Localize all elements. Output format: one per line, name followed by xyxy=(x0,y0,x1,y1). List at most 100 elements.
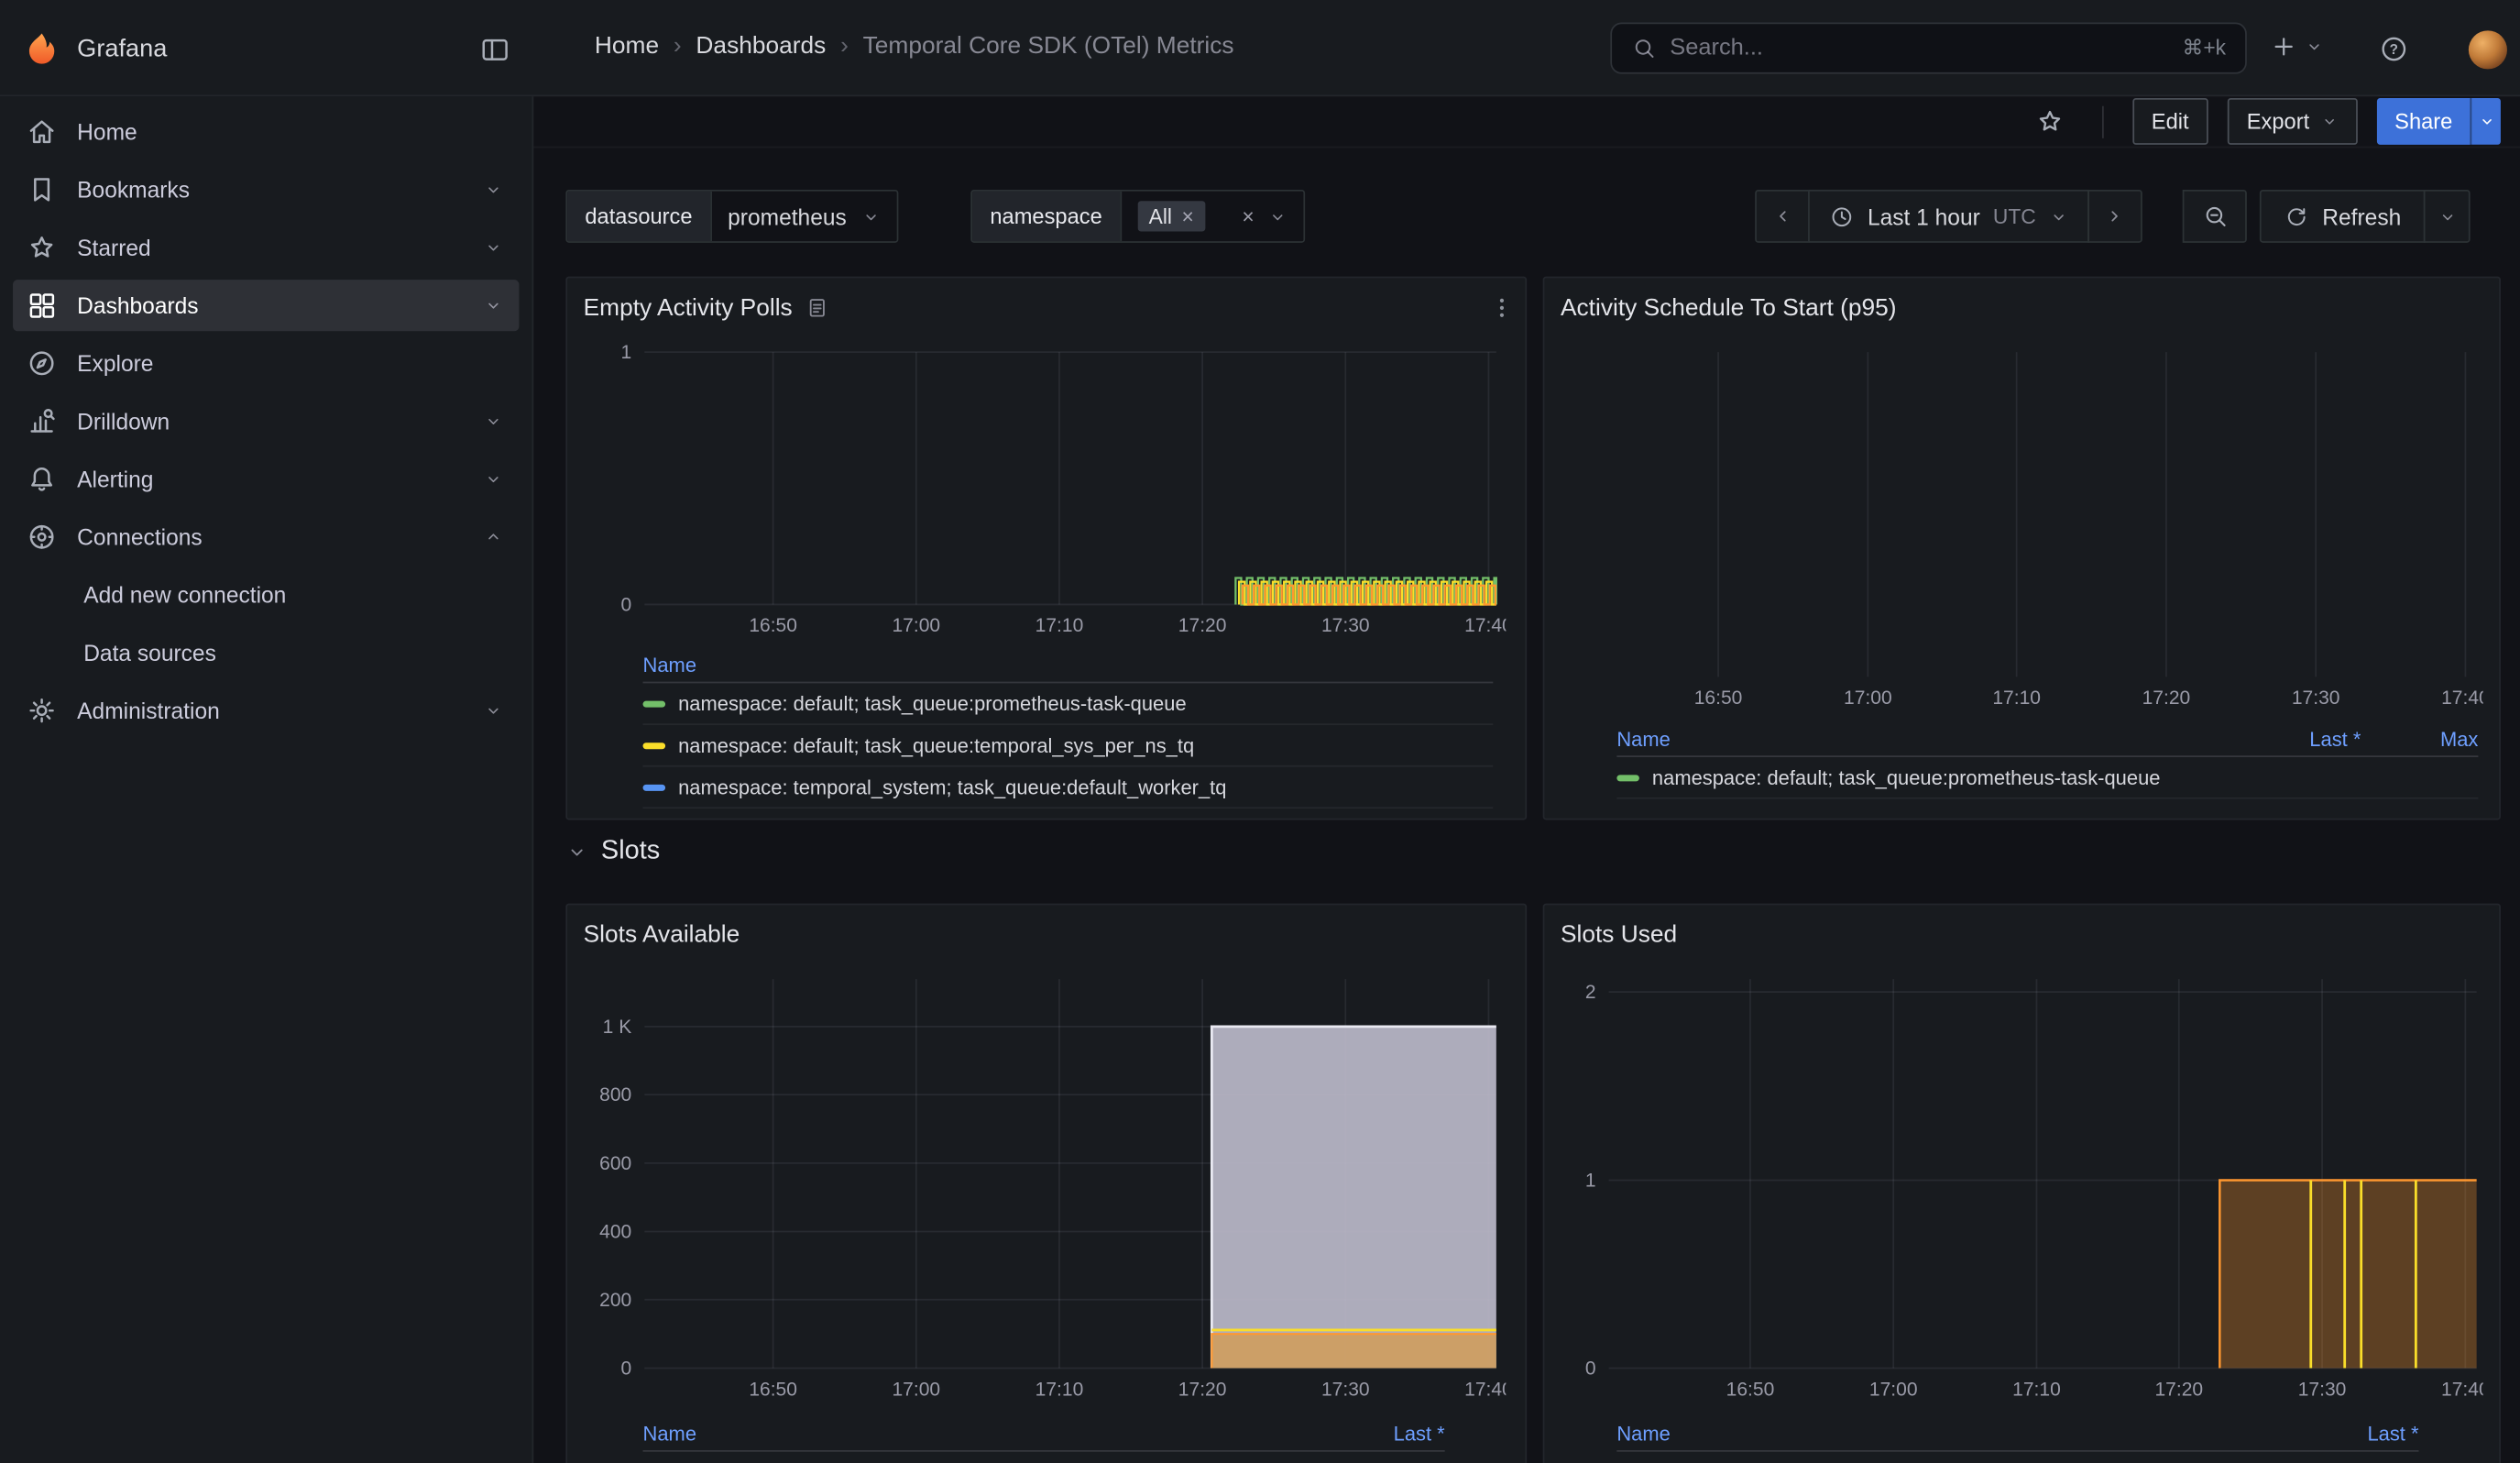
chevron-up-icon[interactable] xyxy=(484,527,503,546)
legend-value-header[interactable]: Last * xyxy=(1316,1422,1444,1445)
variable-namespace-picker[interactable]: All × × xyxy=(1120,192,1304,241)
variable-datasource-value: prometheus xyxy=(728,204,847,229)
share-menu-button[interactable] xyxy=(2471,98,2501,145)
chevron-down-icon[interactable] xyxy=(484,701,503,720)
chevron-down-icon[interactable] xyxy=(484,296,503,315)
clock-icon xyxy=(1829,204,1855,229)
legend-series-label[interactable]: namespace: temporal_system; task_queue:d… xyxy=(678,776,1226,798)
legend-row: namespace: default; task_queue:prometheu… xyxy=(1616,1452,2418,1463)
user-avatar[interactable] xyxy=(2469,30,2507,69)
sidebar-item-alerting[interactable]: Alerting xyxy=(13,454,519,505)
sidebar-item-administration[interactable]: Administration xyxy=(13,685,519,736)
chevron-down-icon[interactable] xyxy=(484,238,503,258)
breadcrumb-home[interactable]: Home xyxy=(595,32,659,60)
time-range-label: Last 1 hour xyxy=(1868,204,1980,229)
clear-selection-icon[interactable]: × xyxy=(1242,205,1254,226)
home-icon xyxy=(26,116,58,148)
time-shift-back-button[interactable] xyxy=(1755,190,1810,243)
breadcrumb-dashboards[interactable]: Dashboards xyxy=(696,32,826,60)
sidebar-item-bookmarks[interactable]: Bookmarks xyxy=(13,164,519,215)
panel-title[interactable]: Activity Schedule To Start (p95) xyxy=(1561,293,1897,321)
chevron-down-icon[interactable] xyxy=(484,469,503,489)
sidebar-item-label: Explore xyxy=(77,350,153,376)
grafana-logo[interactable] xyxy=(23,30,61,69)
star-icon xyxy=(26,232,58,264)
svg-text:17:00: 17:00 xyxy=(892,1379,940,1400)
export-button[interactable]: Export xyxy=(2228,98,2358,145)
refresh-interval-button[interactable] xyxy=(2424,190,2471,243)
row-header-slots[interactable]: Slots xyxy=(565,836,660,866)
sidebar-item-label: Connections xyxy=(77,524,202,550)
panel-title[interactable]: Slots Available xyxy=(584,920,740,948)
question-circle-icon: ? xyxy=(2379,34,2409,64)
chevron-down-icon xyxy=(861,206,881,226)
legend-value-header[interactable]: Max xyxy=(2361,728,2478,751)
panel-title[interactable]: Empty Activity Polls xyxy=(584,293,793,321)
legend-series-label[interactable]: namespace: default; task_queue:prometheu… xyxy=(678,692,1187,715)
sidebar-item-drilldown[interactable]: Drilldown xyxy=(13,395,519,446)
legend-value-header[interactable]: Last * xyxy=(2232,728,2361,751)
search-input[interactable] xyxy=(1670,36,2169,61)
chevron-down-icon[interactable] xyxy=(484,180,503,199)
panel-description-icon[interactable] xyxy=(805,295,829,319)
search-box[interactable]: ⌘+k xyxy=(1610,23,2247,74)
svg-text:800: 800 xyxy=(599,1084,631,1106)
refresh-label: Refresh xyxy=(2322,204,2401,229)
svg-text:1 K: 1 K xyxy=(603,1017,632,1038)
variable-datasource-picker[interactable]: prometheus xyxy=(710,192,896,241)
sidebar-item-connections[interactable]: Connections xyxy=(13,512,519,563)
svg-text:0: 0 xyxy=(1585,1358,1596,1380)
sidebar-item-starred[interactable]: Starred xyxy=(13,222,519,273)
chevron-down-icon xyxy=(565,840,588,863)
legend-series-marker xyxy=(643,700,666,707)
sidebar-item-explore[interactable]: Explore xyxy=(13,337,519,389)
panel-slots-used: 16:5017:0017:1017:2017:3017:40012 Slots … xyxy=(1543,904,2501,1463)
favorite-star-button[interactable] xyxy=(2028,99,2073,144)
panel-legend: NameLast * namespace: default; task_queue… xyxy=(1544,1416,2499,1463)
namespace-value: All xyxy=(1149,204,1172,228)
legend-value-header[interactable]: Last * xyxy=(2290,1422,2418,1445)
sidebar-item-label: Administration xyxy=(77,698,220,723)
time-shift-forward-button[interactable] xyxy=(2087,190,2142,243)
edit-button[interactable]: Edit xyxy=(2132,98,2208,145)
sidebar-item-home[interactable]: Home xyxy=(13,106,519,158)
namespace-value-pill[interactable]: All × xyxy=(1137,201,1205,231)
sidebar-item-dashboards[interactable]: Dashboards xyxy=(13,280,519,331)
legend-name-header[interactable]: Name xyxy=(1616,728,2232,751)
legend-name-header[interactable]: Name xyxy=(1616,1422,2290,1445)
panel-empty-activity-polls: 16:5017:0017:1017:2017:3017:4010 Empty A… xyxy=(565,277,1527,820)
sidebar-item-data-sources[interactable]: Data sources xyxy=(13,627,519,678)
legend-name-header[interactable]: Name xyxy=(643,654,1494,676)
legend-series-marker xyxy=(643,784,666,790)
svg-text:16:50: 16:50 xyxy=(749,1379,797,1400)
svg-text:17:20: 17:20 xyxy=(2142,688,2191,709)
legend-series-label[interactable]: namespace: default; task_queue:prometheu… xyxy=(1652,766,2161,789)
activity-schedule-chart: 16:5017:0017:1017:2017:3017:40 xyxy=(1544,278,2482,715)
pill-remove-icon[interactable]: × xyxy=(1182,205,1194,226)
svg-text:17:30: 17:30 xyxy=(2292,688,2340,709)
bookmark-icon xyxy=(26,173,58,205)
dashboard-action-bar: Edit Export Share xyxy=(533,96,2520,148)
legend-row: namespace: default; task_queue:temporal_… xyxy=(643,725,1494,767)
sidebar-item-label: Dashboards xyxy=(77,292,198,318)
legend-name-header[interactable]: Name xyxy=(643,1422,1317,1445)
new-button[interactable] xyxy=(2269,32,2324,61)
search-shortcut: ⌘+k xyxy=(2183,36,2227,61)
share-button[interactable]: Share xyxy=(2377,98,2471,145)
sidebar-item-add-new-connection[interactable]: Add new connection xyxy=(13,569,519,621)
svg-text:17:20: 17:20 xyxy=(1178,615,1227,636)
refresh-button[interactable]: Refresh xyxy=(2260,190,2426,243)
chevron-right-icon xyxy=(2104,205,2125,226)
legend-series-label[interactable]: namespace: default; task_queue:temporal_… xyxy=(678,734,1194,757)
top-navbar: Grafana Home › Dashboards › Temporal Cor… xyxy=(0,0,2520,96)
svg-text:400: 400 xyxy=(599,1222,631,1243)
panel-title[interactable]: Slots Used xyxy=(1561,920,1677,948)
chevron-down-icon[interactable] xyxy=(484,412,503,431)
zoom-out-button[interactable] xyxy=(2183,190,2247,243)
star-outline-icon xyxy=(2035,106,2065,137)
panel-menu-icon[interactable] xyxy=(1484,290,1519,325)
search-icon xyxy=(1631,36,1657,61)
sidebar-toggle-icon[interactable] xyxy=(479,34,511,66)
time-range-picker[interactable]: Last 1 hour UTC xyxy=(1808,190,2089,243)
help-button[interactable]: ? xyxy=(2379,34,2409,64)
